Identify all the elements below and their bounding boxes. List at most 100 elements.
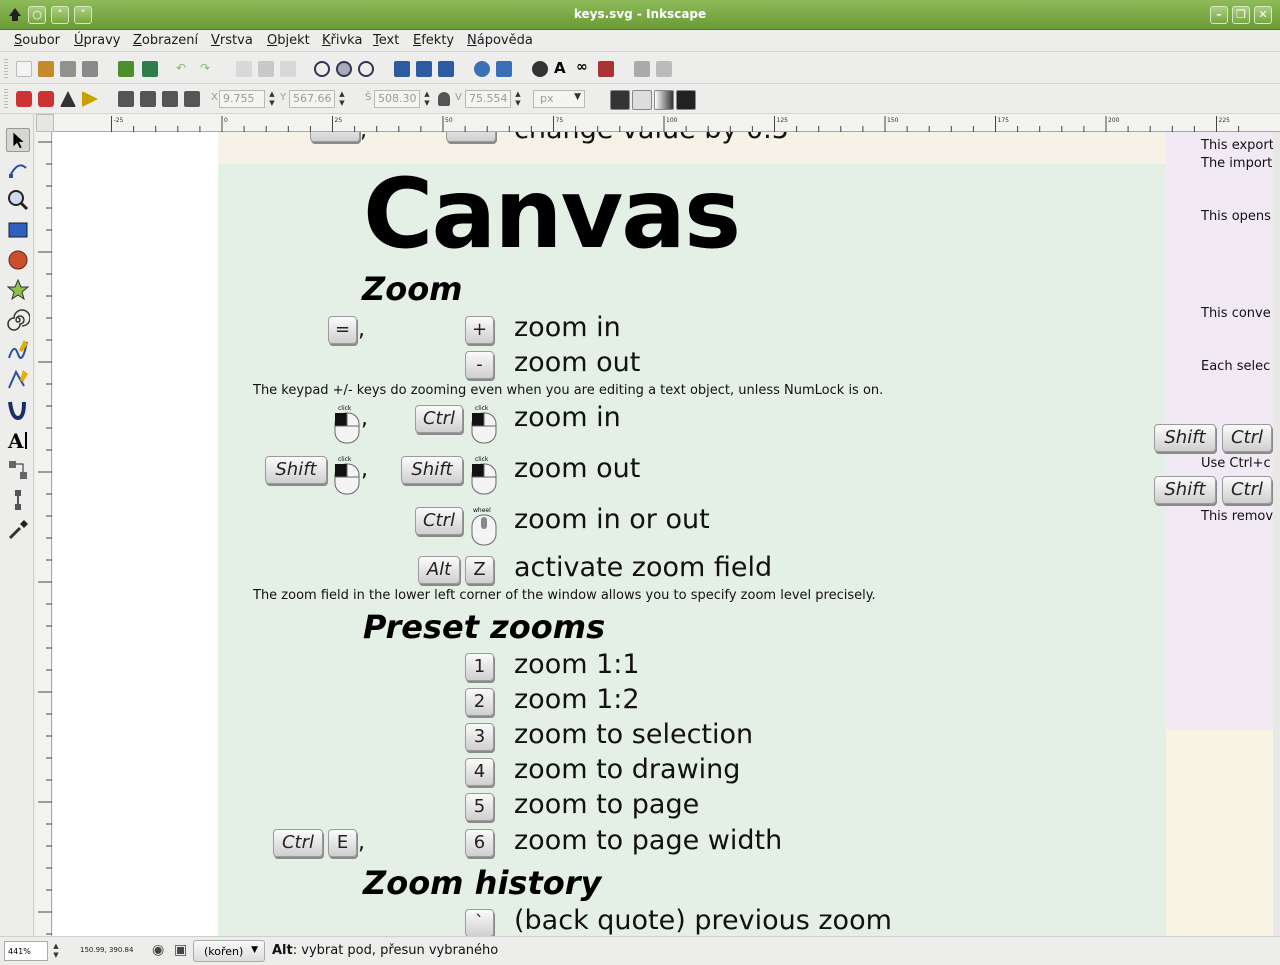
h-spin-arrows[interactable]: ▲ ▼ bbox=[514, 90, 522, 108]
dropper-tool-icon[interactable] bbox=[6, 518, 30, 542]
redo-icon[interactable]: ↷ bbox=[200, 61, 216, 77]
text-font-icon[interactable]: A bbox=[554, 59, 570, 77]
horizontal-ruler[interactable]: -25 0 25 50 75 100 125 150 175 200 225 bbox=[54, 114, 1280, 132]
scale-stroke-icon[interactable] bbox=[610, 90, 630, 110]
star-tool-icon[interactable] bbox=[6, 278, 30, 302]
y-field[interactable]: 567.66 bbox=[289, 90, 335, 108]
lower-icon[interactable] bbox=[162, 91, 178, 107]
node-tool-icon[interactable] bbox=[6, 158, 30, 182]
selector-tool-icon[interactable] bbox=[6, 128, 30, 152]
copy-icon[interactable] bbox=[236, 61, 252, 77]
paste-icon[interactable] bbox=[280, 61, 296, 77]
save-icon[interactable] bbox=[60, 61, 76, 77]
ruler-tick-label: 0 bbox=[224, 117, 228, 124]
menu-objekt[interactable]: Objekt bbox=[267, 33, 310, 48]
zoom-1-2-desc: zoom 1:2 bbox=[514, 684, 640, 715]
vertical-ruler[interactable] bbox=[36, 132, 52, 936]
gradient-tool-icon[interactable] bbox=[6, 488, 30, 512]
maximize-icon[interactable]: ❐ bbox=[1232, 6, 1250, 24]
lower-to-bottom-icon[interactable] bbox=[184, 91, 200, 107]
drawing-canvas[interactable]: , change value by 0.5 Canvas Zoom = , + … bbox=[53, 132, 1280, 936]
group-icon[interactable] bbox=[474, 61, 490, 77]
key-alt: Alt bbox=[418, 556, 460, 584]
eye-icon[interactable]: ◉ bbox=[152, 942, 164, 958]
flip-horizontal-icon[interactable] bbox=[60, 91, 76, 107]
rotate-ccw-icon[interactable] bbox=[16, 91, 32, 107]
x-field[interactable]: 9.755 bbox=[219, 90, 265, 108]
w-field[interactable]: 508.30 bbox=[374, 90, 420, 108]
cut-icon[interactable] bbox=[258, 61, 274, 77]
clone-icon[interactable] bbox=[416, 61, 432, 77]
transform-patterns-icon[interactable] bbox=[676, 90, 696, 110]
key-3: 3 bbox=[465, 723, 494, 751]
rotate-cw-icon[interactable] bbox=[38, 91, 54, 107]
unlink-clone-icon[interactable] bbox=[438, 61, 454, 77]
zoom-selection-icon[interactable] bbox=[314, 61, 330, 77]
key-cut-top-left bbox=[310, 132, 360, 142]
ungroup-icon[interactable] bbox=[496, 61, 512, 77]
close-icon[interactable]: ✕ bbox=[1254, 6, 1272, 24]
open-icon[interactable] bbox=[38, 61, 54, 77]
text-tool-icon[interactable]: A bbox=[6, 428, 30, 452]
spiral-tool-icon[interactable] bbox=[6, 308, 30, 332]
align-distribute-icon[interactable] bbox=[598, 61, 614, 77]
menu-soubor[interactable]: Soubor bbox=[14, 33, 60, 48]
h-field[interactable]: 75.554 bbox=[465, 90, 511, 108]
zoom-field[interactable]: 441% bbox=[4, 941, 48, 961]
lock-icon[interactable] bbox=[438, 92, 450, 106]
layer-selector[interactable]: (kořen) ▼ bbox=[193, 940, 265, 962]
menu-upravy[interactable]: Úpravy bbox=[74, 33, 120, 48]
export-icon[interactable] bbox=[142, 61, 158, 77]
zoom-tool-icon[interactable] bbox=[6, 188, 30, 212]
minimize-icon[interactable]: – bbox=[1210, 6, 1228, 24]
zoom-spin-arrows[interactable]: ▲ ▼ bbox=[52, 942, 60, 960]
preset-zooms-heading: Preset zooms bbox=[363, 608, 606, 646]
unit-select[interactable]: px ▼ bbox=[533, 90, 585, 108]
scale-rounded-corners-icon[interactable] bbox=[632, 90, 652, 110]
connector-tool-icon[interactable] bbox=[6, 458, 30, 482]
commands-toolbar: ↶ ↷ A ∞ bbox=[0, 54, 1280, 84]
fill-stroke-icon[interactable] bbox=[532, 61, 548, 77]
mouse-click-label: click bbox=[475, 456, 489, 463]
ruler-corner bbox=[36, 114, 54, 132]
ellipse-tool-icon[interactable] bbox=[6, 248, 30, 272]
undo-icon[interactable]: ↶ bbox=[176, 61, 192, 77]
menu-napoveda[interactable]: Nápověda bbox=[467, 33, 533, 48]
raise-to-top-icon[interactable] bbox=[118, 91, 134, 107]
comma: , bbox=[360, 132, 367, 143]
print-icon[interactable] bbox=[82, 61, 98, 77]
menu-text[interactable]: Text bbox=[373, 33, 399, 48]
w-spin-arrows[interactable]: ▲ ▼ bbox=[423, 90, 431, 108]
key-plus: + bbox=[465, 316, 494, 344]
menu-zobrazeni[interactable]: Zobrazení bbox=[133, 33, 198, 48]
y-spin-arrows[interactable]: ▲ ▼ bbox=[338, 90, 346, 108]
import-icon[interactable] bbox=[118, 61, 134, 77]
menu-vrstva[interactable]: Vrstva bbox=[211, 33, 253, 48]
key-shift: Shift bbox=[401, 456, 463, 484]
x-spin-arrows[interactable]: ▲ ▼ bbox=[268, 90, 276, 108]
duplicate-icon[interactable] bbox=[394, 61, 410, 77]
xml-editor-icon[interactable]: ∞ bbox=[576, 59, 592, 75]
menu-krivka[interactable]: Křivka bbox=[322, 33, 362, 48]
calligraphy-tool-icon[interactable] bbox=[6, 398, 30, 422]
key-1: 1 bbox=[465, 653, 494, 681]
pencil-tool-icon[interactable] bbox=[6, 338, 30, 362]
new-document-icon[interactable] bbox=[16, 61, 32, 77]
padlock-icon[interactable]: ▣ bbox=[174, 942, 187, 958]
raise-icon[interactable] bbox=[140, 91, 156, 107]
status-message-modifier: Alt bbox=[272, 943, 293, 958]
toolbar-grip[interactable] bbox=[4, 89, 8, 109]
flip-vertical-icon[interactable] bbox=[82, 91, 98, 107]
rectangle-tool-icon[interactable] bbox=[6, 218, 30, 242]
vertical-scrollbar[interactable] bbox=[1273, 132, 1280, 936]
zoom-page-icon[interactable] bbox=[358, 61, 374, 77]
ruler-tick-label: 175 bbox=[998, 117, 1010, 124]
ruler-tick-label: 150 bbox=[887, 117, 899, 124]
menu-efekty[interactable]: Efekty bbox=[413, 33, 454, 48]
pen-tool-icon[interactable] bbox=[6, 368, 30, 392]
transform-gradients-icon[interactable] bbox=[654, 90, 674, 110]
toolbar-grip[interactable] bbox=[4, 59, 8, 79]
zoom-drawing-icon[interactable] bbox=[336, 61, 352, 77]
preferences-icon[interactable] bbox=[634, 61, 650, 77]
document-properties-icon[interactable] bbox=[656, 61, 672, 77]
